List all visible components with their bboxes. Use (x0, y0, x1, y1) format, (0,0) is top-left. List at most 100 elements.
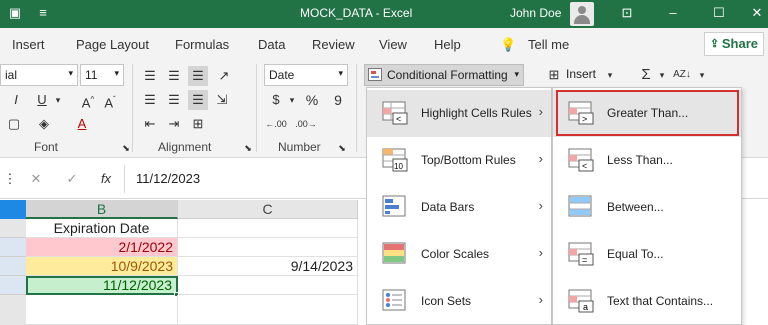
more-options-icon[interactable]: ⋮ (0, 169, 20, 189)
percent-icon[interactable]: % (302, 90, 322, 110)
cell-b-row4[interactable] (26, 295, 178, 325)
row-header[interactable] (0, 295, 26, 325)
row-header[interactable] (0, 238, 26, 257)
save-icon[interactable]: ▣ (6, 4, 24, 22)
fill-color-icon[interactable]: ◈ (34, 114, 54, 134)
select-all-corner[interactable] (0, 200, 26, 219)
align-right-icon[interactable]: ☰ (188, 90, 208, 110)
row-header[interactable] (0, 276, 26, 295)
cell-c-row2[interactable]: 9/14/2023 (178, 257, 358, 276)
top-align-icon[interactable]: ☰ (140, 66, 160, 86)
insert-function-icon[interactable]: fx (96, 169, 116, 189)
middle-align-icon[interactable]: ☰ (164, 66, 184, 86)
tab-help[interactable]: Help (434, 37, 461, 52)
cell-c-row4[interactable] (178, 295, 358, 325)
align-left-icon[interactable]: ☰ (140, 90, 160, 110)
chevron-down-icon: ▾ (68, 68, 73, 78)
menu-item-top-bottom-rules[interactable]: 10 Top/Bottom Rules › (367, 137, 551, 184)
italic-icon[interactable]: I (6, 90, 26, 110)
cell-c-header[interactable] (178, 219, 358, 238)
insert-cells-icon[interactable]: ⊞ (544, 65, 564, 85)
font-size-select[interactable]: 11 ▾ (80, 64, 124, 86)
enter-icon[interactable]: ✓ (62, 169, 82, 189)
menu-label: Top/Bottom Rules (421, 153, 516, 167)
ribbon-display-icon[interactable]: ⊡ (618, 4, 636, 22)
menu-item-highlight-cells-rules[interactable]: < Highlight Cells Rules › (367, 90, 551, 137)
decrease-font-icon[interactable]: Aˇ (100, 90, 120, 110)
font-color-icon[interactable]: A (72, 114, 92, 134)
tab-review[interactable]: Review (312, 37, 355, 52)
number-format-select[interactable]: Date ▾ (264, 64, 348, 86)
row-header[interactable] (0, 257, 26, 276)
maximize-icon[interactable]: ☐ (710, 4, 728, 22)
tab-insert[interactable]: Insert (12, 37, 45, 52)
text-contains-icon: a (567, 288, 595, 314)
dialog-launcher-icon[interactable]: ⬊ (332, 138, 352, 158)
wrap-text-icon[interactable]: ⇲ (212, 90, 232, 110)
menu-item-data-bars[interactable]: Data Bars › (367, 184, 551, 231)
font-name-select[interactable]: ial ▾ (0, 64, 78, 86)
title-bar: ▣ ≡ MOCK_DATA - Excel John Doe ⊡ – ☐ ✕ (0, 0, 768, 28)
cancel-icon[interactable]: ✕ (26, 169, 46, 189)
equal-to-icon: = (567, 241, 595, 267)
menu-label: Highlight Cells Rules (421, 106, 532, 120)
minimize-icon[interactable]: – (664, 4, 682, 22)
chevron-down-icon[interactable]: ▾ (282, 90, 302, 110)
chevron-down-icon[interactable]: ▾ (652, 65, 672, 85)
increase-font-icon[interactable]: A^ (78, 90, 98, 110)
row-header[interactable] (0, 219, 26, 238)
tab-view[interactable]: View (379, 37, 407, 52)
comma-icon[interactable]: 9 (328, 90, 348, 110)
conditional-formatting-label: Conditional Formatting (387, 68, 508, 82)
chevron-down-icon[interactable]: ▾ (692, 65, 712, 85)
bottom-align-icon[interactable]: ☰ (188, 66, 208, 86)
cell-b-header[interactable]: Expiration Date (26, 219, 178, 238)
increase-indent-icon[interactable]: ⇥ (164, 114, 184, 134)
dialog-launcher-icon[interactable]: ⬊ (238, 138, 258, 158)
svg-text:=: = (582, 255, 587, 265)
quick-access-dropdown-icon[interactable]: ≡ (34, 4, 52, 22)
menu-item-color-scales[interactable]: Color Scales › (367, 231, 551, 278)
orientation-icon[interactable]: ↗ (214, 66, 234, 86)
dialog-launcher-icon[interactable]: ⬊ (116, 138, 136, 158)
sort-filter-icon[interactable]: AZ↓ (672, 65, 692, 85)
tell-me-search[interactable]: Tell me (528, 37, 569, 52)
close-icon[interactable]: ✕ (748, 4, 766, 22)
share-button[interactable]: ⇪ Share (704, 32, 764, 56)
cell-b-row1[interactable]: 2/1/2022 (26, 238, 178, 257)
decrease-indent-icon[interactable]: ⇤ (140, 114, 160, 134)
menu-item-text-contains[interactable]: a Text that Contains... (553, 278, 741, 325)
svg-text:10: 10 (394, 162, 403, 171)
merge-center-icon[interactable]: ⊞ (188, 114, 208, 134)
avatar[interactable] (570, 2, 594, 26)
align-center-icon[interactable]: ☰ (164, 90, 184, 110)
menu-label: Icon Sets (421, 294, 472, 308)
data-bars-icon (381, 194, 409, 220)
font-name-value: ial (5, 68, 18, 82)
menu-item-equal-to[interactable]: = Equal To... (553, 231, 741, 278)
tab-data[interactable]: Data (258, 37, 285, 52)
menu-item-between[interactable]: Between... (553, 184, 741, 231)
cell-c-row1[interactable] (178, 238, 358, 257)
icon-sets-icon (381, 288, 409, 314)
share-icon: ⇪ (710, 38, 720, 50)
conditional-formatting-button[interactable]: Conditional Formatting ▾ (364, 64, 524, 86)
tab-page-layout[interactable]: Page Layout (76, 37, 149, 52)
cell-b-row3-selected[interactable]: 11/12/2023 (26, 276, 178, 295)
chevron-down-icon[interactable]: ▾ (600, 65, 620, 85)
highlight-cells-icon: < (381, 100, 409, 126)
cell-b-row2[interactable]: 10/9/2023 (26, 257, 178, 276)
formula-input[interactable]: 11/12/2023 (128, 166, 368, 192)
tab-formulas[interactable]: Formulas (175, 37, 229, 52)
borders-icon[interactable]: ▢ (4, 114, 24, 134)
increase-decimal-icon[interactable]: ←.00 (262, 114, 290, 134)
menu-item-less-than[interactable]: < Less Than... (553, 137, 741, 184)
window-title: MOCK_DATA - Excel (300, 6, 413, 20)
decrease-decimal-icon[interactable]: .00→ (292, 114, 320, 134)
cell-c-row3[interactable] (178, 276, 358, 295)
menu-item-icon-sets[interactable]: Icon Sets › (367, 278, 551, 325)
column-header-c[interactable]: C (178, 200, 358, 219)
chevron-down-icon[interactable]: ▾ (48, 90, 68, 110)
insert-label[interactable]: Insert (566, 67, 596, 81)
column-header-b[interactable]: B (26, 200, 178, 219)
